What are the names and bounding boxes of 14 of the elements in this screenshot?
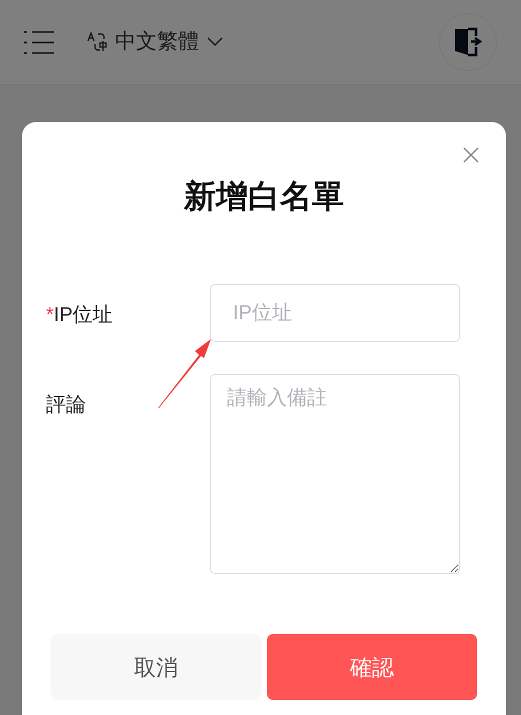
input-field[interactable]: IP位址: [210, 284, 460, 342]
dialog-title: 新增白名單: [184, 177, 344, 216]
textarea-field[interactable]: 請輸入備註: [210, 374, 460, 574]
chevron-down-icon: [207, 37, 223, 47]
arrow: [157, 338, 212, 409]
translate-icon: [87, 32, 107, 52]
field-label: *IP位址: [46, 303, 114, 328]
cancel-button[interactable]: 取消: [51, 634, 261, 700]
confirm-button[interactable]: 確認: [267, 634, 477, 700]
close-icon[interactable]: [463, 147, 479, 163]
exit-door-icon: [454, 27, 482, 57]
language-selector[interactable]: 中文繁體: [87, 26, 223, 58]
field-label: 評論: [46, 393, 87, 418]
menu-icon[interactable]: [24, 30, 54, 54]
